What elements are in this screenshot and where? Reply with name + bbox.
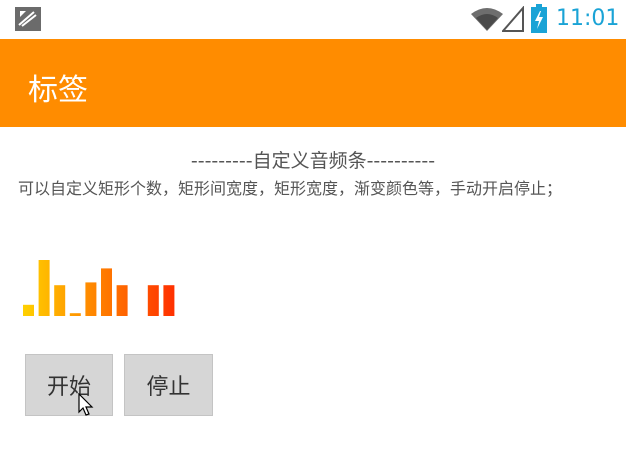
battery-charging-icon <box>531 4 547 33</box>
wifi-icon <box>471 8 503 31</box>
audio-bar <box>85 282 97 316</box>
action-bar: 标签 <box>0 39 626 127</box>
status-time: 11:01 <box>556 6 620 31</box>
audio-bar <box>54 285 66 316</box>
page-title: 标签 <box>28 73 88 108</box>
audio-bar <box>69 313 81 316</box>
debug-notification-icon <box>15 7 41 31</box>
stop-button[interactable]: 停止 <box>124 354 213 416</box>
start-button[interactable]: 开始 <box>25 354 113 416</box>
audio-bar <box>147 285 159 316</box>
audio-bar <box>101 268 112 316</box>
mouse-pointer-icon <box>78 393 94 416</box>
section-description: 可以自定义矩形个数，矩形间宽度，矩形宽度，渐变颜色等，手动开启停止； <box>18 179 563 198</box>
audio-visualizer <box>23 260 175 316</box>
audio-bar <box>163 285 175 316</box>
section-heading: ---------自定义音频条---------- <box>190 150 436 172</box>
status-bar: 11:01 <box>0 0 626 39</box>
app-screen: 11:01 标签 ---------自定义音频条---------- 可以自定义… <box>0 0 626 475</box>
audio-bar <box>38 260 50 316</box>
audio-bar <box>23 304 34 316</box>
audio-bar <box>116 285 128 316</box>
cell-signal-icon <box>502 6 524 32</box>
